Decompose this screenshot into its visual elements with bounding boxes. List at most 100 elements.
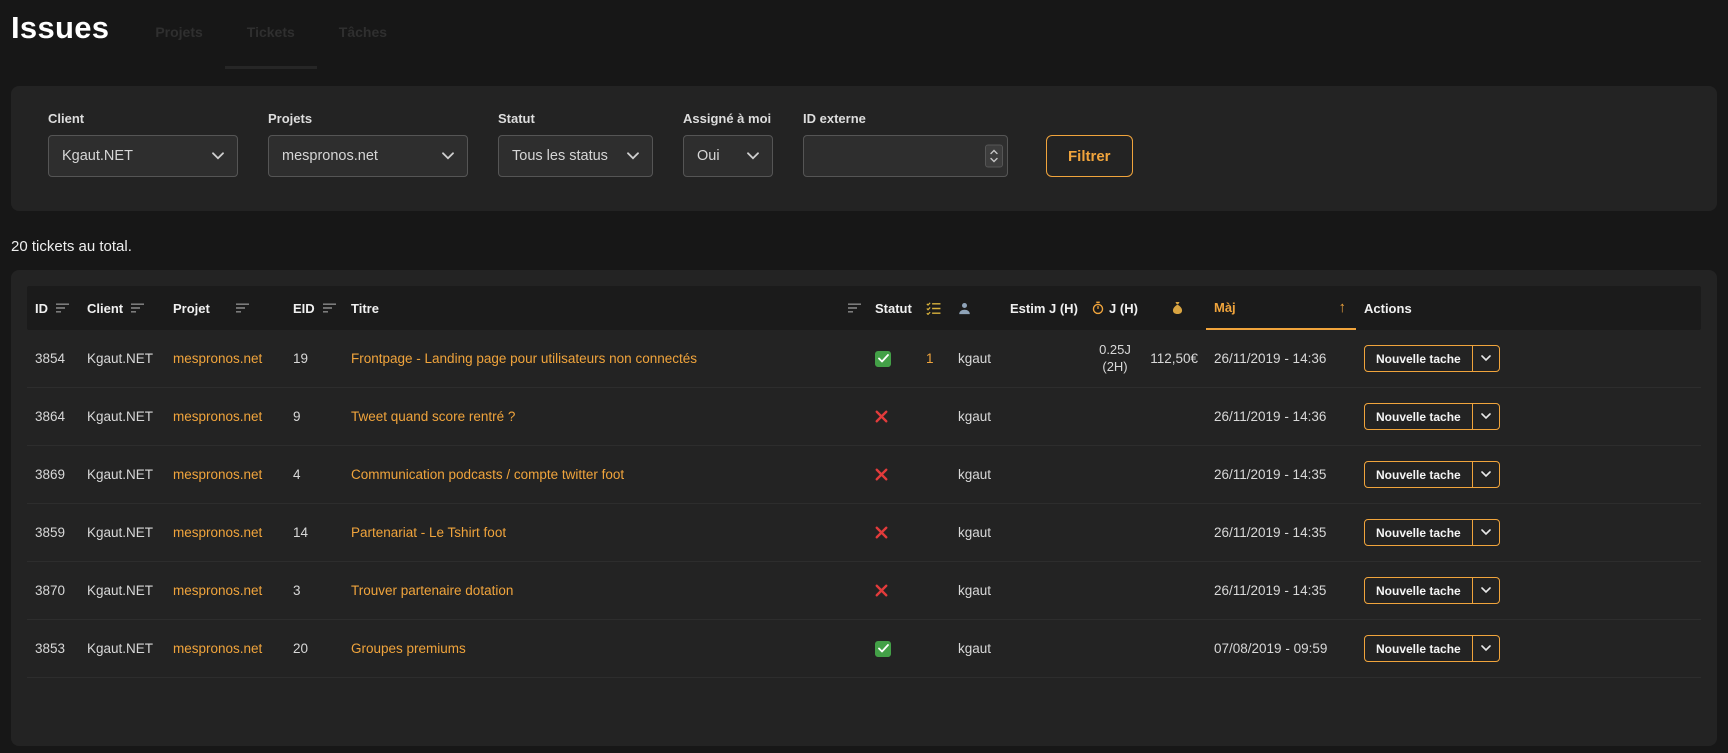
header-estimate-label: Estim J (H) <box>1010 301 1078 316</box>
ticket-tasks-count-link[interactable]: 1 <box>926 351 934 366</box>
ticket-assignee: kgaut <box>950 467 1002 482</box>
new-task-dropdown-toggle[interactable] <box>1472 636 1499 661</box>
external-id-label: ID externe <box>803 111 1008 126</box>
header-client-label: Client <box>87 301 123 316</box>
ticket-id: 3859 <box>27 525 79 540</box>
ticket-title-link[interactable]: Frontpage - Landing page pour utilisateu… <box>351 351 697 366</box>
nav-tab-taches[interactable]: Tâches <box>317 10 409 69</box>
chevron-down-icon <box>1481 529 1491 536</box>
filter-button[interactable]: Filtrer <box>1046 135 1133 177</box>
new-task-button[interactable]: Nouvelle tache <box>1365 462 1472 487</box>
ticket-title-link[interactable]: Trouver partenaire dotation <box>351 583 513 598</box>
ticket-eid: 14 <box>285 525 343 540</box>
ticket-title-link[interactable]: Communication podcasts / compte twitter … <box>351 467 624 482</box>
ticket-updated: 26/11/2019 - 14:36 <box>1206 351 1356 366</box>
table-row: 3859 Kgaut.NET mespronos.net 14 Partenar… <box>27 504 1701 562</box>
ticket-project-link[interactable]: mespronos.net <box>173 467 262 482</box>
ticket-title-link[interactable]: Partenariat - Le Tshirt foot <box>351 525 506 540</box>
topbar: Issues Projets Tickets Tâches <box>11 0 1717 86</box>
header-actions: Actions <box>1356 286 1701 330</box>
header-assignee[interactable] <box>950 286 1002 330</box>
header-updated-label: Màj <box>1214 300 1236 315</box>
header-status-label: Statut <box>875 301 912 316</box>
ticket-project-link[interactable]: mespronos.net <box>173 351 262 366</box>
number-stepper-icon[interactable] <box>985 145 1003 168</box>
projects-select-value: mespronos.net <box>282 148 378 164</box>
chevron-down-icon <box>747 148 759 164</box>
header-tasks[interactable] <box>922 286 950 330</box>
sort-icon <box>323 303 336 313</box>
chevron-down-icon <box>1481 587 1491 594</box>
header-title[interactable]: Titre <box>343 286 867 330</box>
table-row: 3864 Kgaut.NET mespronos.net 9 Tweet qua… <box>27 388 1701 446</box>
ticket-id: 3853 <box>27 641 79 656</box>
header-updated[interactable]: Màj ↑ <box>1206 286 1356 330</box>
ticket-eid: 3 <box>285 583 343 598</box>
new-task-dropdown-toggle[interactable] <box>1472 520 1499 545</box>
new-task-dropdown-toggle[interactable] <box>1472 578 1499 603</box>
ticket-status <box>867 584 922 597</box>
header-eid[interactable]: EID <box>285 286 343 330</box>
ticket-title-link[interactable]: Tweet quand score rentré ? <box>351 409 515 424</box>
ticket-id: 3869 <box>27 467 79 482</box>
ticket-updated: 26/11/2019 - 14:35 <box>1206 467 1356 482</box>
header-id-label: ID <box>35 301 48 316</box>
ticket-client: Kgaut.NET <box>79 583 165 598</box>
assigned-to-me-select[interactable]: Oui <box>683 135 773 177</box>
header-project-label: Projet <box>173 301 210 316</box>
ticket-id: 3854 <box>27 351 79 366</box>
chevron-down-icon <box>1481 471 1491 478</box>
new-task-button[interactable]: Nouvelle tache <box>1365 520 1472 545</box>
table-body: 3854 Kgaut.NET mespronos.net 19 Frontpag… <box>27 330 1701 678</box>
new-task-button[interactable]: Nouvelle tache <box>1365 636 1472 661</box>
client-select[interactable]: Kgaut.NET <box>48 135 238 177</box>
new-task-split-button: Nouvelle tache <box>1364 635 1500 662</box>
header-title-label: Titre <box>351 301 379 316</box>
nav-tab-tickets[interactable]: Tickets <box>225 10 317 69</box>
new-task-dropdown-toggle[interactable] <box>1472 346 1499 371</box>
ticket-project-link[interactable]: mespronos.net <box>173 525 262 540</box>
chevron-down-icon <box>442 148 454 164</box>
projects-select[interactable]: mespronos.net <box>268 135 468 177</box>
new-task-split-button: Nouvelle tache <box>1364 345 1500 372</box>
external-id-input[interactable] <box>803 135 1008 177</box>
ticket-eid: 19 <box>285 351 343 366</box>
nav-tab-label: Projets <box>155 24 202 40</box>
checklist-icon <box>926 302 941 315</box>
main-nav: Projets Tickets Tâches <box>133 10 409 69</box>
status-done-icon <box>875 351 891 367</box>
status-select[interactable]: Tous les status <box>498 135 653 177</box>
filter-field-status: Statut Tous les status <box>498 111 653 177</box>
ticket-project-link[interactable]: mespronos.net <box>173 641 262 656</box>
new-task-split-button: Nouvelle tache <box>1364 403 1500 430</box>
filter-field-projects: Projets mespronos.net <box>268 111 468 177</box>
new-task-button[interactable]: Nouvelle tache <box>1365 346 1472 371</box>
table-row: 3854 Kgaut.NET mespronos.net 19 Frontpag… <box>27 330 1701 388</box>
header-project[interactable]: Projet <box>165 286 285 330</box>
header-estimate[interactable]: Estim J (H) <box>1002 286 1084 330</box>
status-open-icon <box>875 526 888 539</box>
ticket-project-link[interactable]: mespronos.net <box>173 409 262 424</box>
new-task-dropdown-toggle[interactable] <box>1472 404 1499 429</box>
ticket-client: Kgaut.NET <box>79 467 165 482</box>
ticket-client: Kgaut.NET <box>79 351 165 366</box>
new-task-dropdown-toggle[interactable] <box>1472 462 1499 487</box>
table-row: 3853 Kgaut.NET mespronos.net 20 Groupes … <box>27 620 1701 678</box>
status-open-icon <box>875 584 888 597</box>
nav-tab-projets[interactable]: Projets <box>133 10 224 69</box>
ticket-title-link[interactable]: Groupes premiums <box>351 641 466 656</box>
ticket-project-link[interactable]: mespronos.net <box>173 583 262 598</box>
chevron-down-icon <box>212 148 224 164</box>
header-id[interactable]: ID <box>27 286 79 330</box>
sort-icon <box>848 303 861 313</box>
header-cost[interactable] <box>1146 286 1206 330</box>
header-time-spent[interactable]: J (H) <box>1084 286 1146 330</box>
ticket-client: Kgaut.NET <box>79 525 165 540</box>
new-task-button[interactable]: Nouvelle tache <box>1365 404 1472 429</box>
status-select-value: Tous les status <box>512 148 608 164</box>
header-status[interactable]: Statut <box>867 286 922 330</box>
ticket-status <box>867 468 922 481</box>
chevron-down-icon <box>627 148 639 164</box>
new-task-button[interactable]: Nouvelle tache <box>1365 578 1472 603</box>
header-client[interactable]: Client <box>79 286 165 330</box>
